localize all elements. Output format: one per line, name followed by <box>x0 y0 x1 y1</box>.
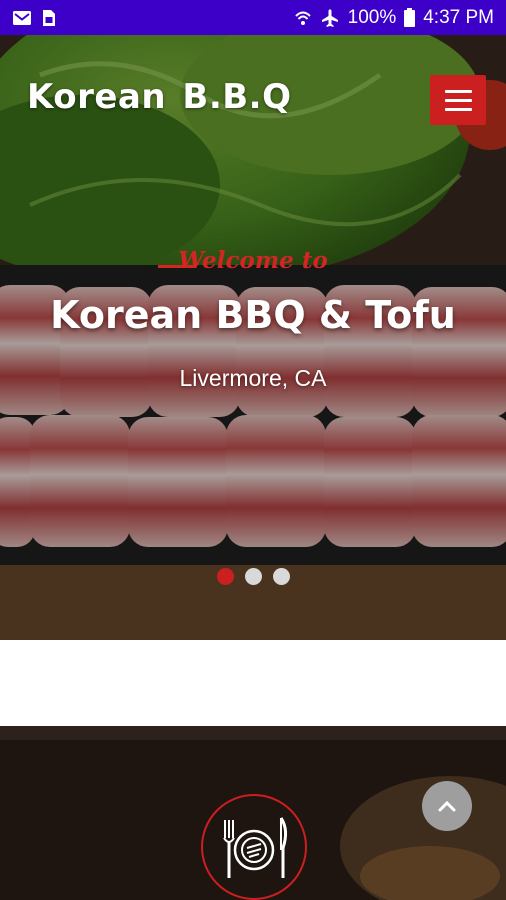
slider-dot-2[interactable] <box>244 568 262 585</box>
slider-dot-3[interactable] <box>272 568 290 585</box>
food-icon-circle <box>201 794 307 900</box>
plate-fork-knife-icon <box>223 817 288 878</box>
wifi-icon <box>294 9 312 27</box>
hero-slider[interactable]: Korean B.B.Q Welcome to Korean BBQ & Tof… <box>0 35 506 640</box>
battery-icon <box>404 8 416 27</box>
battery-percent: 100% <box>347 6 397 28</box>
content-spacer <box>0 640 506 726</box>
hero-title: Korean BBQ & Tofu <box>50 293 456 337</box>
hero-overlay <box>0 35 506 640</box>
hero-location: Livermore, CA <box>179 365 327 391</box>
chevron-up-icon <box>438 800 456 812</box>
sim-card-icon <box>42 9 56 27</box>
hamburger-menu-icon <box>444 89 472 93</box>
menu-button[interactable] <box>430 75 486 125</box>
status-bar: 100% 4:37 PM <box>0 0 506 35</box>
welcome-text: Welcome to <box>178 247 328 274</box>
slider-pagination <box>0 568 506 585</box>
hamburger-menu-icon <box>444 98 472 102</box>
gmail-icon <box>12 10 32 26</box>
scroll-to-top-button[interactable] <box>422 781 472 831</box>
airplane-mode-icon <box>320 8 340 28</box>
hamburger-menu-icon <box>444 107 472 111</box>
clock: 4:37 PM <box>423 6 494 28</box>
brand-logo[interactable]: Korean B.B.Q <box>27 77 292 117</box>
slider-dot-1[interactable] <box>216 568 234 585</box>
